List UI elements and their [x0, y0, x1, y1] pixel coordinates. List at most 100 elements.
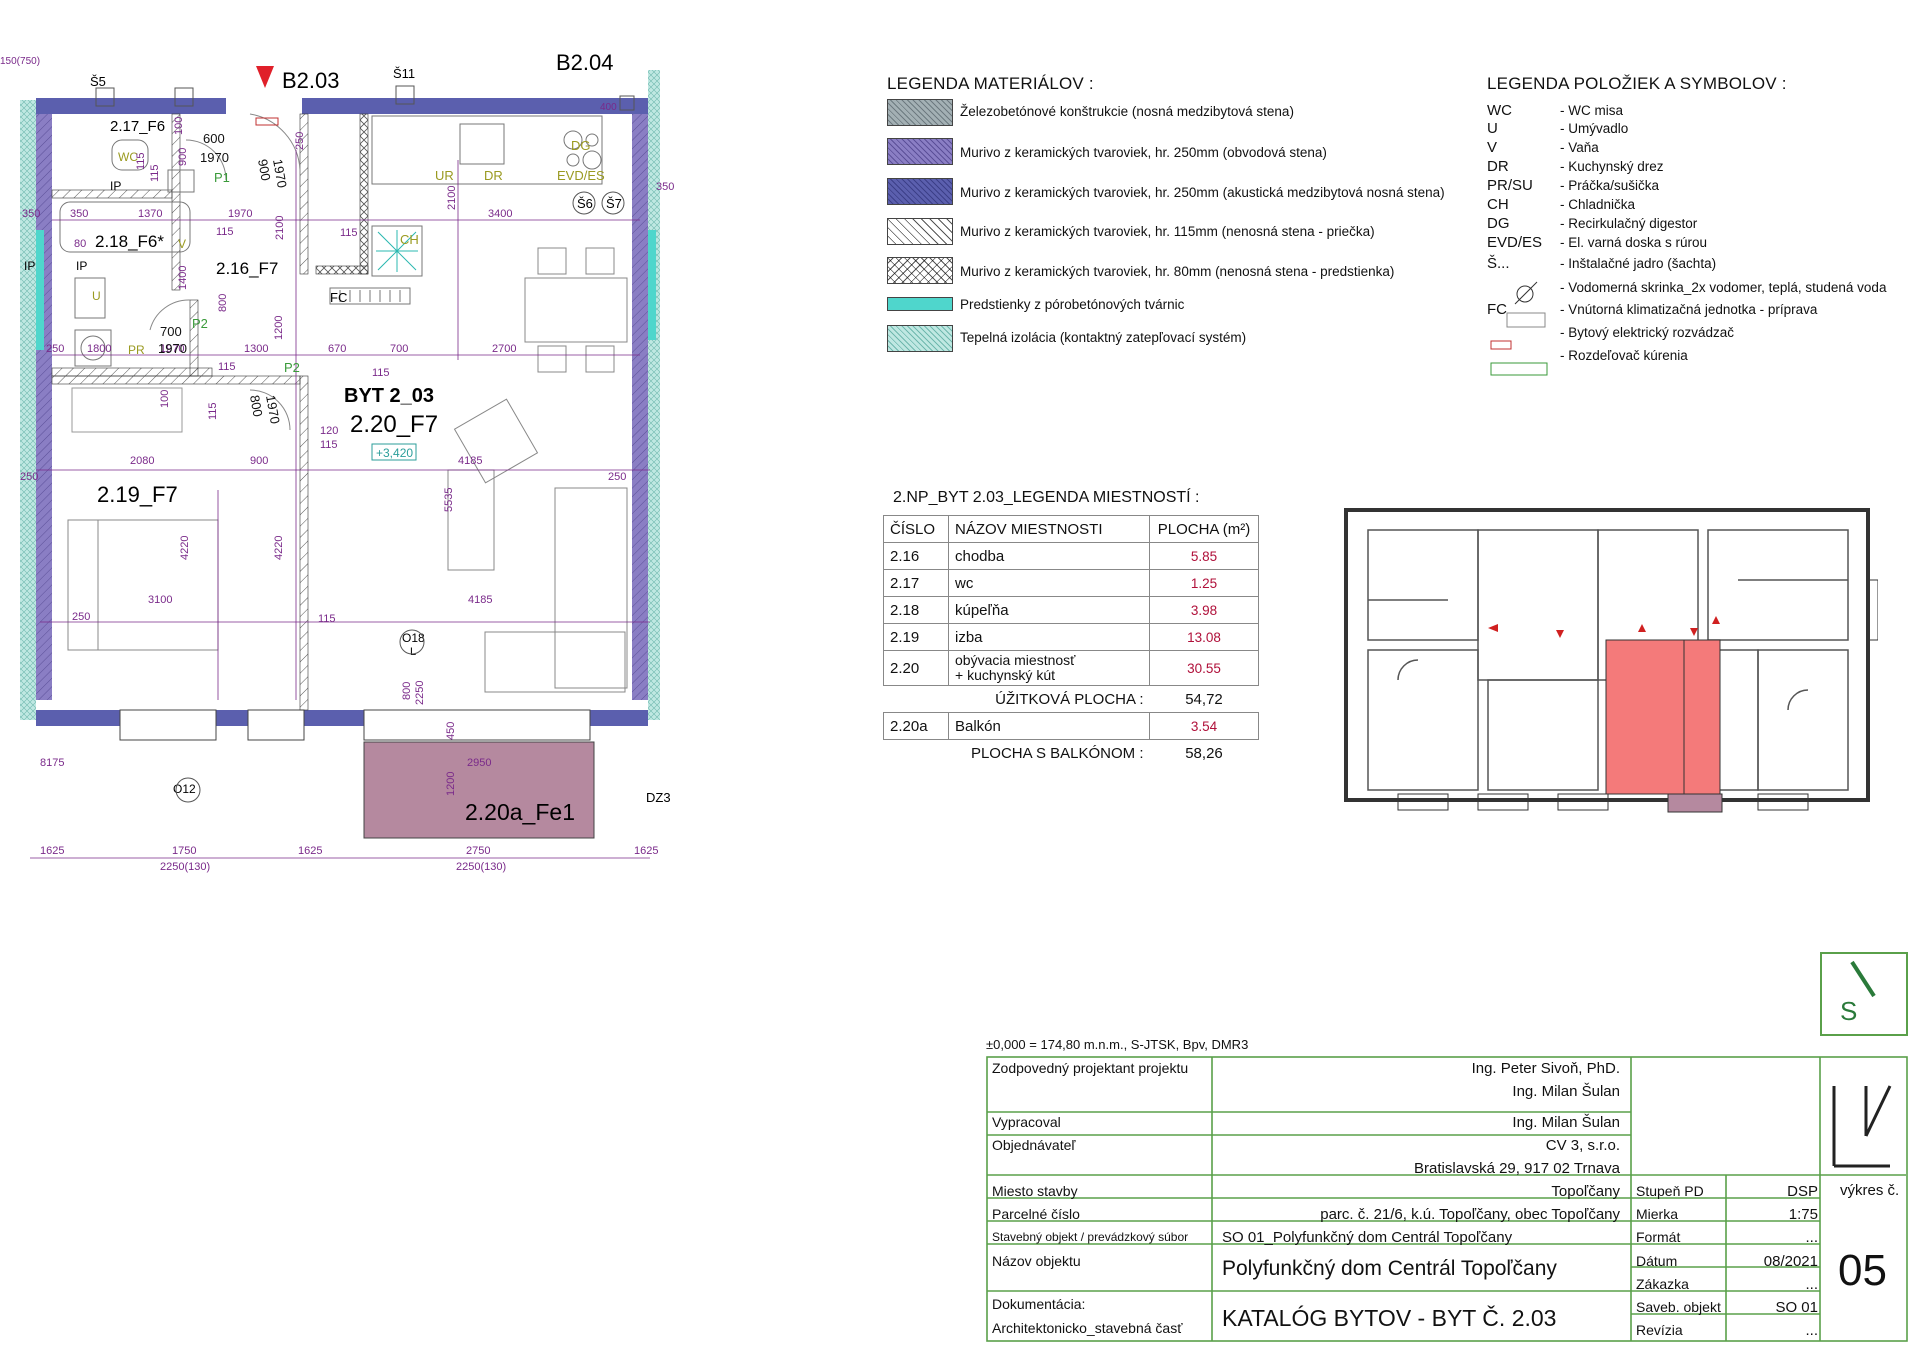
svg-text:1970: 1970	[158, 341, 187, 356]
tb-label-client: Objednávateľ	[992, 1137, 1076, 1153]
company-logo: S	[1820, 952, 1908, 1036]
label-b204: B2.04	[556, 50, 614, 75]
svg-text:700: 700	[160, 324, 182, 339]
label-s5: Š5	[90, 74, 106, 89]
symbol-code-8: Š...	[1487, 255, 1510, 272]
svg-text:250: 250	[608, 471, 626, 483]
label-ip2: IP	[76, 259, 87, 273]
symbol-desc-11: - Bytový elektrický rozvádzač	[1560, 325, 1735, 340]
symbol-code-5: CH	[1487, 196, 1509, 213]
label-216: 2.16_F7	[216, 259, 278, 278]
south-wall-a	[36, 710, 120, 726]
tb-value-responsible: Ing. Peter Sivoň, PhD.	[1471, 1060, 1620, 1077]
tb-meta-label-2: Formát	[1636, 1229, 1681, 1245]
tb-label-part: Architektonicko_stavebná časť	[992, 1320, 1183, 1336]
window-south-2	[247, 709, 305, 741]
porobeton-east	[648, 230, 656, 340]
fc-unit-icon	[1506, 312, 1546, 328]
col-header-area: PLOCHA (m²)	[1149, 515, 1259, 543]
svg-text:250: 250	[72, 611, 90, 623]
label-s11: Š11	[393, 66, 415, 81]
swatch-concrete	[887, 99, 953, 126]
lk-logo	[1832, 1085, 1892, 1168]
svg-text:4220: 4220	[179, 536, 191, 560]
svg-text:4185: 4185	[468, 594, 492, 606]
material-partition-80: Murivo z keramických tvaroviek, hr. 80mm…	[960, 264, 1395, 279]
materials-legend-title: LEGENDA MATERIÁLOV :	[887, 74, 1094, 93]
symbol-code-0: WC	[1487, 102, 1512, 119]
tb-drawing-label: výkres č.	[1840, 1182, 1900, 1199]
svg-text:3100: 3100	[148, 594, 172, 606]
label-dr: DR	[484, 168, 503, 183]
material-outer-wall: Murivo z keramických tvaroviek, hr. 250m…	[960, 145, 1327, 160]
swatch-partition-80	[887, 257, 953, 284]
tb-meta-label-0: Stupeň PD	[1636, 1183, 1704, 1199]
svg-text:115: 115	[135, 152, 147, 170]
label-218: 2.18_F6*	[95, 232, 164, 251]
svg-text:2080: 2080	[130, 455, 154, 467]
window-south-3	[363, 709, 591, 741]
table-row: 2.19 izba 13.08	[883, 623, 1259, 651]
svg-text:1970: 1970	[200, 150, 229, 165]
svg-text:400: 400	[600, 102, 617, 113]
tb-value-responsible-2: Ing. Milan Šulan	[1512, 1083, 1620, 1100]
insulation-east	[648, 70, 660, 720]
svg-text:670: 670	[328, 343, 346, 355]
dining-table	[524, 277, 628, 343]
svg-text:2100: 2100	[446, 186, 458, 210]
symbol-code-7: EVD/ES	[1487, 234, 1543, 251]
tb-label-site: Miesto stavby	[992, 1183, 1078, 1199]
label-ip1: IP	[110, 179, 121, 193]
symbol-desc-3: - Kuchynský drez	[1560, 159, 1664, 174]
tb-drawing-number: 05	[1838, 1246, 1887, 1295]
label-evd: EVD/ES	[557, 168, 605, 183]
label-byt: BYT 2_03	[344, 385, 434, 407]
svg-text:1400: 1400	[177, 266, 189, 290]
svg-text:115: 115	[320, 439, 338, 451]
svg-text:115: 115	[318, 613, 336, 625]
tb-label-name: Názov objektu	[992, 1253, 1081, 1269]
svg-text:115: 115	[340, 227, 358, 239]
symbol-desc-1: - Umývadlo	[1560, 121, 1629, 136]
svg-text:1625: 1625	[634, 845, 658, 857]
label-level: +3,420	[376, 446, 413, 460]
label-p2b: P2	[284, 360, 300, 375]
symbols-legend-title: LEGENDA POLOŽIEK A SYMBOLOV :	[1487, 74, 1787, 93]
tb-value-site: Topoľčany	[1551, 1183, 1620, 1200]
svg-text:800: 800	[401, 682, 413, 700]
svg-text:2250(130): 2250(130)	[456, 861, 506, 873]
svg-text:900: 900	[177, 148, 189, 166]
svg-text:1800: 1800	[87, 343, 111, 355]
svg-text:450: 450	[445, 722, 457, 740]
material-partition-115: Murivo z keramických tvaroviek, hr. 115m…	[960, 224, 1375, 239]
symbol-code-1: U	[1487, 120, 1498, 137]
svg-text:250: 250	[20, 471, 38, 483]
label-u: U	[92, 289, 101, 303]
tb-meta-label-4: Zákazka	[1636, 1276, 1689, 1292]
svg-text:350: 350	[70, 208, 88, 220]
symbol-code-3: DR	[1487, 158, 1509, 175]
west-wall	[36, 100, 52, 700]
heating-manifold-icon	[1490, 362, 1548, 376]
table-row: 2.16 chodba 5.85	[883, 542, 1259, 570]
tb-label-documentation: Dokumentácia:	[992, 1296, 1086, 1312]
tb-meta-value-4: ...	[1805, 1276, 1818, 1293]
electric-board-icon	[1490, 340, 1512, 350]
table-row: 2.17 wc 1.25	[883, 569, 1259, 597]
tb-value-catalog: KATALÓG BYTOV - BYT Č. 2.03	[1222, 1305, 1557, 1331]
tb-meta-value-2: ...	[1805, 1229, 1818, 1246]
partition-kitchen-wall	[359, 113, 369, 275]
usable-area-row: ÚŽITKOVÁ PLOCHA :54,72	[995, 690, 1223, 708]
svg-text:700: 700	[390, 343, 408, 355]
symbol-desc-4: - Práčka/sušička	[1560, 178, 1660, 193]
svg-text:1625: 1625	[298, 845, 322, 857]
symbol-desc-10: - Vnútorná klimatizačná jednotka - prípr…	[1560, 302, 1818, 317]
svg-text:4185: 4185	[458, 455, 482, 467]
tb-meta-value-5: SO 01	[1775, 1299, 1818, 1316]
svg-text:2700: 2700	[492, 343, 516, 355]
svg-text:100: 100	[173, 117, 185, 135]
symbols-icons	[1490, 281, 1548, 376]
table-row: 2.20 obývacia miestnosť + kuchynský kút 30…	[883, 650, 1259, 686]
label-b203: B2.03	[282, 68, 340, 93]
tb-meta-value-3: 08/2021	[1763, 1253, 1818, 1270]
